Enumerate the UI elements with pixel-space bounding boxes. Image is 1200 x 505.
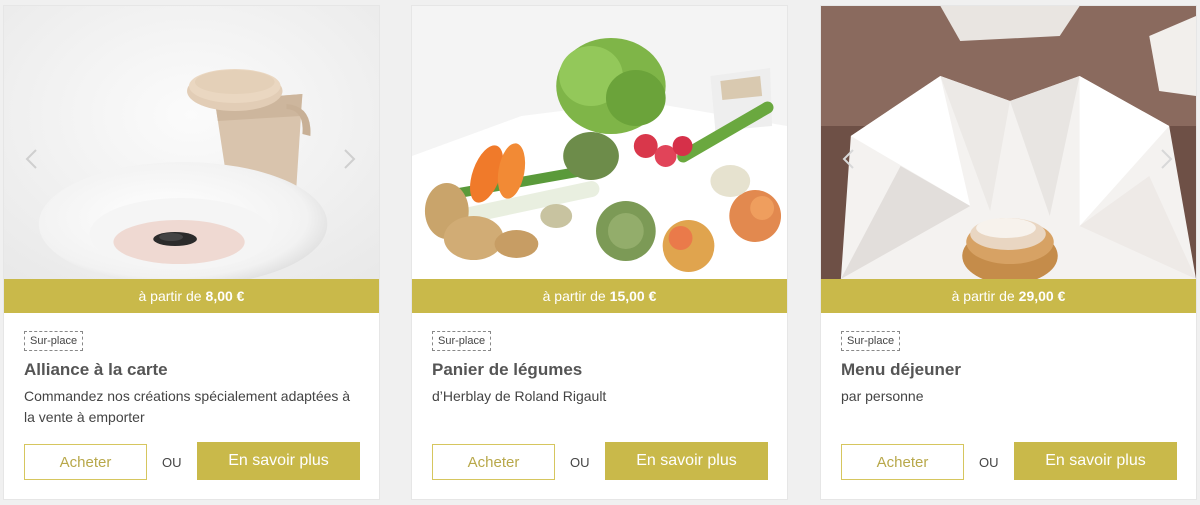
or-separator: OU bbox=[979, 455, 999, 470]
product-card-legumes: à partir de 15,00 € Sur-place Panier de … bbox=[411, 5, 788, 500]
or-separator: OU bbox=[570, 455, 590, 470]
learn-more-button[interactable]: En savoir plus bbox=[197, 442, 360, 480]
price-bar: à partir de 15,00 € bbox=[412, 279, 787, 313]
product-title: Alliance à la carte bbox=[24, 360, 168, 379]
buy-button[interactable]: Acheter bbox=[841, 444, 964, 480]
product-title: Panier de légumes bbox=[432, 360, 583, 379]
sur-place-badge: Sur-place bbox=[24, 331, 84, 351]
price-amount: 15,00 € bbox=[609, 288, 657, 304]
product-description: Commandez nos créations spécialement ada… bbox=[24, 388, 351, 425]
buy-button[interactable]: Acheter bbox=[432, 444, 555, 480]
product-photo-carousel bbox=[821, 6, 1196, 279]
pastry-image bbox=[821, 6, 1196, 279]
vegetable-basket-image bbox=[412, 6, 787, 279]
sur-place-badge: Sur-place bbox=[432, 331, 492, 351]
product-photo-carousel bbox=[412, 6, 787, 279]
product-card-menu-dejeuner: à partir de 29,00 € Sur-place Menu déjeu… bbox=[820, 5, 1197, 500]
soup-plate-image bbox=[4, 6, 379, 279]
buy-button[interactable]: Acheter bbox=[24, 444, 147, 480]
price-prefix: à partir de bbox=[542, 288, 606, 304]
carousel-next-icon[interactable] bbox=[341, 148, 357, 170]
learn-more-button[interactable]: En savoir plus bbox=[1014, 442, 1177, 480]
price-amount: 8,00 € bbox=[205, 288, 245, 304]
price-amount: 29,00 € bbox=[1018, 288, 1066, 304]
or-separator: OU bbox=[162, 455, 182, 470]
carousel-prev-icon[interactable] bbox=[841, 148, 857, 170]
product-photo-carousel bbox=[4, 6, 379, 279]
price-bar: à partir de 29,00 € bbox=[821, 279, 1196, 313]
product-card-alliance: à partir de 8,00 € Sur-place Alliance à … bbox=[3, 5, 380, 500]
price-prefix: à partir de bbox=[951, 288, 1015, 304]
carousel-next-icon[interactable] bbox=[1158, 148, 1174, 170]
learn-more-button[interactable]: En savoir plus bbox=[605, 442, 768, 480]
product-description: d’Herblay de Roland Rigault bbox=[432, 388, 607, 404]
product-description: par personne bbox=[841, 388, 924, 404]
product-title: Menu déjeuner bbox=[841, 360, 961, 379]
carousel-prev-icon[interactable] bbox=[24, 148, 40, 170]
sur-place-badge: Sur-place bbox=[841, 331, 901, 351]
price-bar: à partir de 8,00 € bbox=[4, 279, 379, 313]
price-prefix: à partir de bbox=[138, 288, 202, 304]
